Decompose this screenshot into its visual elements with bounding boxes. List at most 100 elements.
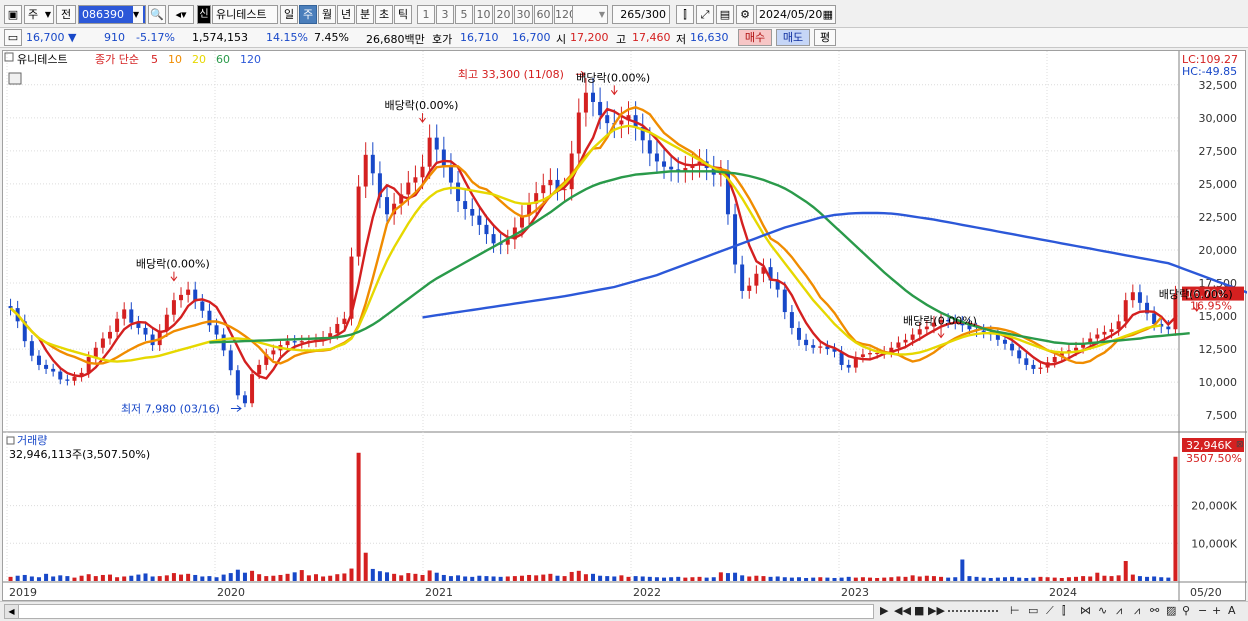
chart-area: 7,500 10,000 12,500 15,000 17,500 20,000 22,50…	[2, 50, 1247, 602]
interval-button-60[interactable]: 60	[534, 5, 553, 24]
period-tab-3[interactable]: 년	[337, 5, 355, 24]
volume-bar	[789, 577, 794, 581]
period-tab-5[interactable]: 초	[375, 5, 393, 24]
forward-icon[interactable]: ▶▶	[928, 604, 945, 617]
volume-bar	[36, 577, 41, 581]
sell-button[interactable]: 매도	[776, 29, 810, 46]
volume-bar	[100, 574, 105, 581]
volume-pane-menu-icon	[6, 436, 15, 445]
count-field[interactable]: 265/300	[612, 5, 670, 24]
volume-bar	[1137, 576, 1142, 581]
legend-ma-120: 120	[240, 53, 261, 66]
volume-bar	[399, 575, 404, 581]
period-tab-0[interactable]: 일	[280, 5, 298, 24]
volume-bar	[733, 572, 738, 581]
speaker-icon[interactable]: ◂▾	[168, 5, 194, 24]
wave-icon[interactable]: ∿	[1098, 604, 1107, 617]
rewind-icon[interactable]: ◀◀	[894, 604, 911, 617]
interval-button-10[interactable]: 10	[474, 5, 493, 24]
interval-button-30[interactable]: 30	[514, 5, 533, 24]
chart-scrollbar[interactable]: ◀	[4, 604, 874, 619]
legend-ma-20: 20	[192, 53, 206, 66]
search-icon[interactable]: 🔍	[148, 5, 166, 24]
volume-bar	[491, 576, 496, 581]
interval-button-3[interactable]: 3	[436, 5, 454, 24]
crosshair-icon[interactable]: ⊢	[1010, 604, 1020, 617]
candle-body	[100, 338, 105, 348]
zoom-out-icon[interactable]: −	[1198, 604, 1207, 617]
save-icon[interactable]: ▤	[716, 5, 734, 24]
stop-icon[interactable]: ■	[914, 604, 924, 617]
interval-button-20[interactable]: 20	[494, 5, 513, 24]
volume-bar	[164, 575, 169, 581]
period-tab-6[interactable]: 틱	[394, 5, 412, 24]
count-total: /300	[641, 8, 666, 21]
volume-bar	[527, 574, 532, 581]
current-price: 16,700 ▼	[26, 31, 76, 44]
interval-button-1[interactable]: 1	[417, 5, 435, 24]
dividend-annotation-5: 배당락(0.00%)	[1159, 288, 1233, 301]
chevron-down-icon: ▼	[44, 10, 51, 19]
candle-body	[115, 318, 120, 332]
candle-body	[65, 379, 70, 381]
volume-bar	[598, 575, 603, 581]
period-tab-1[interactable]: 주	[299, 5, 317, 24]
zigzag-icon[interactable]: ⩘	[1116, 604, 1122, 618]
volume-bar	[278, 574, 283, 581]
date-field[interactable]: 2024/05/20 ▦	[756, 5, 836, 24]
image-icon[interactable]: ▨	[1166, 604, 1176, 617]
volume-bar	[619, 575, 624, 581]
candle-type-icon[interactable]: ⫿	[676, 5, 694, 24]
compare-icon[interactable]: ⤢	[696, 5, 714, 24]
dividend-annotation-1: 배당락(0.00%)	[136, 258, 210, 271]
chart-type-icon[interactable]: ⫿	[1062, 604, 1066, 618]
price-tick-label: 12,500	[1199, 343, 1238, 356]
fib-icon[interactable]: ⩘	[1134, 604, 1140, 618]
candle-body	[669, 166, 674, 170]
market-select[interactable]: 주 ▼	[24, 5, 54, 24]
scroll-left-icon[interactable]: ◀	[5, 605, 19, 618]
period-tab-2[interactable]: 월	[318, 5, 336, 24]
trend-icon[interactable]: ⋈	[1080, 604, 1091, 617]
candle-body	[796, 327, 801, 340]
candle-body	[868, 353, 873, 355]
volume-bar	[498, 576, 503, 581]
volume-bar	[839, 577, 844, 581]
buy-button[interactable]: 매수	[738, 29, 772, 46]
volume-bar	[271, 575, 276, 581]
volume-bar	[946, 577, 951, 581]
interval-select[interactable]: ▼	[572, 5, 608, 24]
prev-button[interactable]: 전	[56, 5, 76, 24]
restore-icon[interactable]: ▭	[4, 29, 22, 46]
current-price-value: 16,700	[26, 31, 65, 44]
zoom-in-icon[interactable]: +	[1212, 604, 1221, 617]
candle-body	[456, 182, 461, 202]
candle-body	[385, 197, 390, 215]
gear-icon[interactable]: ⚙	[736, 5, 754, 24]
volume-bar	[647, 576, 652, 581]
speed-slider[interactable]	[948, 604, 998, 612]
candle-body	[427, 137, 432, 167]
text-tool-icon[interactable]: A	[1228, 604, 1236, 617]
volume-bar	[321, 576, 326, 581]
dividend-arrow-3	[610, 85, 618, 96]
play-icon[interactable]: ▶	[880, 604, 888, 617]
volume-bar	[583, 574, 588, 581]
volume-bar	[470, 576, 475, 581]
volume-bar	[136, 574, 141, 581]
window-menu-icon[interactable]: ▣	[4, 5, 22, 24]
candle-body	[1102, 331, 1107, 335]
line-icon[interactable]: ⟋	[1046, 604, 1054, 618]
candle-body	[605, 115, 610, 124]
avg-button[interactable]: 평	[814, 29, 836, 46]
volume-bar	[931, 576, 936, 581]
period-tab-4[interactable]: 분	[356, 5, 374, 24]
link-icon[interactable]: ⚯	[1150, 604, 1159, 617]
volume-bar	[796, 577, 801, 581]
interval-button-5[interactable]: 5	[455, 5, 473, 24]
code-input[interactable]: 086390 ▼	[78, 5, 146, 24]
magnify-icon[interactable]: ⚲	[1182, 604, 1190, 617]
volume-bar	[150, 576, 155, 581]
candle-body	[285, 341, 290, 346]
ruler-icon[interactable]: ▭	[1028, 604, 1038, 617]
